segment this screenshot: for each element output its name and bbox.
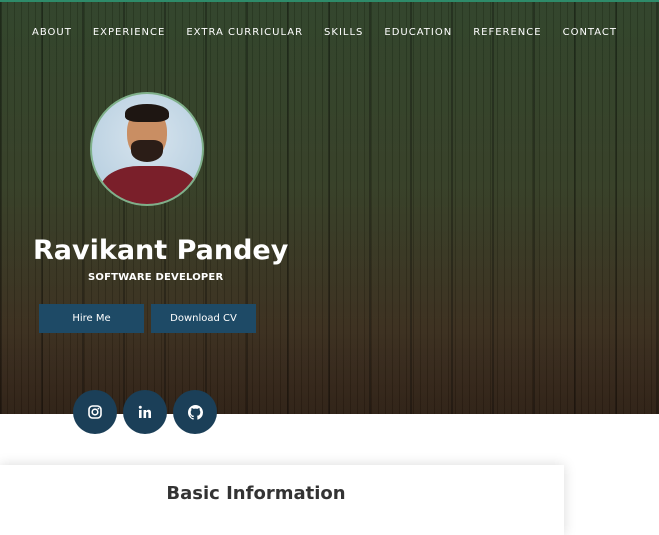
linkedin-icon bbox=[138, 405, 151, 418]
download-cv-button[interactable]: Download CV bbox=[151, 304, 256, 333]
avatar-beard bbox=[131, 140, 163, 162]
nav-extra-curricular[interactable]: EXTRA CURRICULAR bbox=[186, 27, 303, 38]
nav-contact[interactable]: CONTACT bbox=[563, 27, 617, 38]
nav-reference[interactable]: REFERENCE bbox=[473, 27, 541, 38]
profile-name: Ravikant Pandey bbox=[33, 235, 289, 266]
top-nav: ABOUT EXPERIENCE EXTRA CURRICULAR SKILLS… bbox=[32, 27, 617, 38]
nav-skills[interactable]: SKILLS bbox=[324, 27, 363, 38]
avatar-shirt bbox=[100, 166, 198, 204]
instagram-button[interactable] bbox=[73, 390, 117, 434]
avatar bbox=[90, 92, 204, 206]
basic-information-card: Basic Information bbox=[0, 465, 564, 535]
profile-role: SOFTWARE DEVELOPER bbox=[88, 272, 224, 283]
linkedin-button[interactable] bbox=[123, 390, 167, 434]
instagram-icon bbox=[88, 405, 102, 419]
avatar-hair bbox=[125, 104, 169, 122]
hero-banner: ABOUT EXPERIENCE EXTRA CURRICULAR SKILLS… bbox=[0, 0, 659, 414]
github-button[interactable] bbox=[173, 390, 217, 434]
section-title: Basic Information bbox=[166, 483, 346, 504]
nav-education[interactable]: EDUCATION bbox=[384, 27, 452, 38]
nav-about[interactable]: ABOUT bbox=[32, 27, 72, 38]
hire-me-button[interactable]: Hire Me bbox=[39, 304, 144, 333]
github-icon bbox=[187, 404, 203, 420]
nav-experience[interactable]: EXPERIENCE bbox=[93, 27, 166, 38]
